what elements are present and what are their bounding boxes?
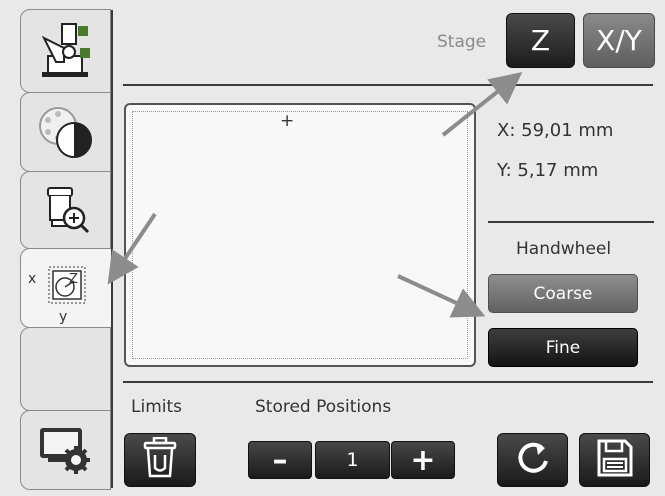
tab-objective[interactable] — [20, 171, 111, 249]
stage-map-area — [132, 111, 468, 359]
z-button[interactable]: Z — [506, 13, 575, 68]
refresh-icon — [514, 439, 552, 481]
footer-divider — [123, 381, 653, 383]
limits-button[interactable] — [124, 433, 196, 487]
fine-button[interactable]: Fine — [488, 328, 638, 367]
xy-button[interactable]: X/Y — [583, 13, 655, 68]
svg-text:Z: Z — [69, 272, 78, 287]
tab-y-label: y — [59, 309, 68, 325]
increment-button[interactable]: + — [391, 441, 455, 479]
stored-position-number: 1 — [315, 441, 390, 479]
limits-label: Limits — [131, 397, 182, 417]
coarse-button[interactable]: Coarse — [488, 274, 638, 313]
vertical-divider — [111, 10, 113, 488]
tab-x-label: x — [28, 271, 37, 287]
handwheel-divider — [488, 221, 654, 223]
microscope-icon — [34, 18, 98, 84]
tab-contrast[interactable] — [20, 92, 111, 172]
x-position: X: 59,01 mm — [497, 120, 614, 141]
objective-zoom-icon — [38, 180, 94, 240]
settings-icon — [34, 422, 98, 478]
save-button[interactable] — [579, 433, 650, 487]
tab-empty — [20, 327, 111, 411]
y-position: Y: 5,17 mm — [497, 160, 599, 181]
save-icon — [596, 438, 634, 482]
decrement-button[interactable]: – — [248, 441, 312, 479]
tab-settings[interactable] — [20, 410, 111, 490]
stage-map[interactable]: + — [124, 103, 476, 367]
tab-microscope[interactable] — [20, 9, 111, 93]
stage-label: Stage — [437, 32, 487, 52]
refresh-button[interactable] — [497, 433, 568, 487]
handwheel-label: Handwheel — [516, 239, 612, 259]
position-marker: + — [280, 111, 295, 131]
tab-xy-stage[interactable]: x Z y — [20, 248, 113, 328]
stored-positions-label: Stored Positions — [255, 397, 392, 417]
header-divider — [123, 84, 653, 86]
contrast-icon — [34, 102, 98, 162]
xy-stage-icon: Z — [43, 263, 91, 313]
stage-control-panel: x Z y Stage Z X/Y + X: 59,01 mm Y: 5,17 … — [0, 0, 665, 496]
trash-icon — [141, 436, 179, 483]
